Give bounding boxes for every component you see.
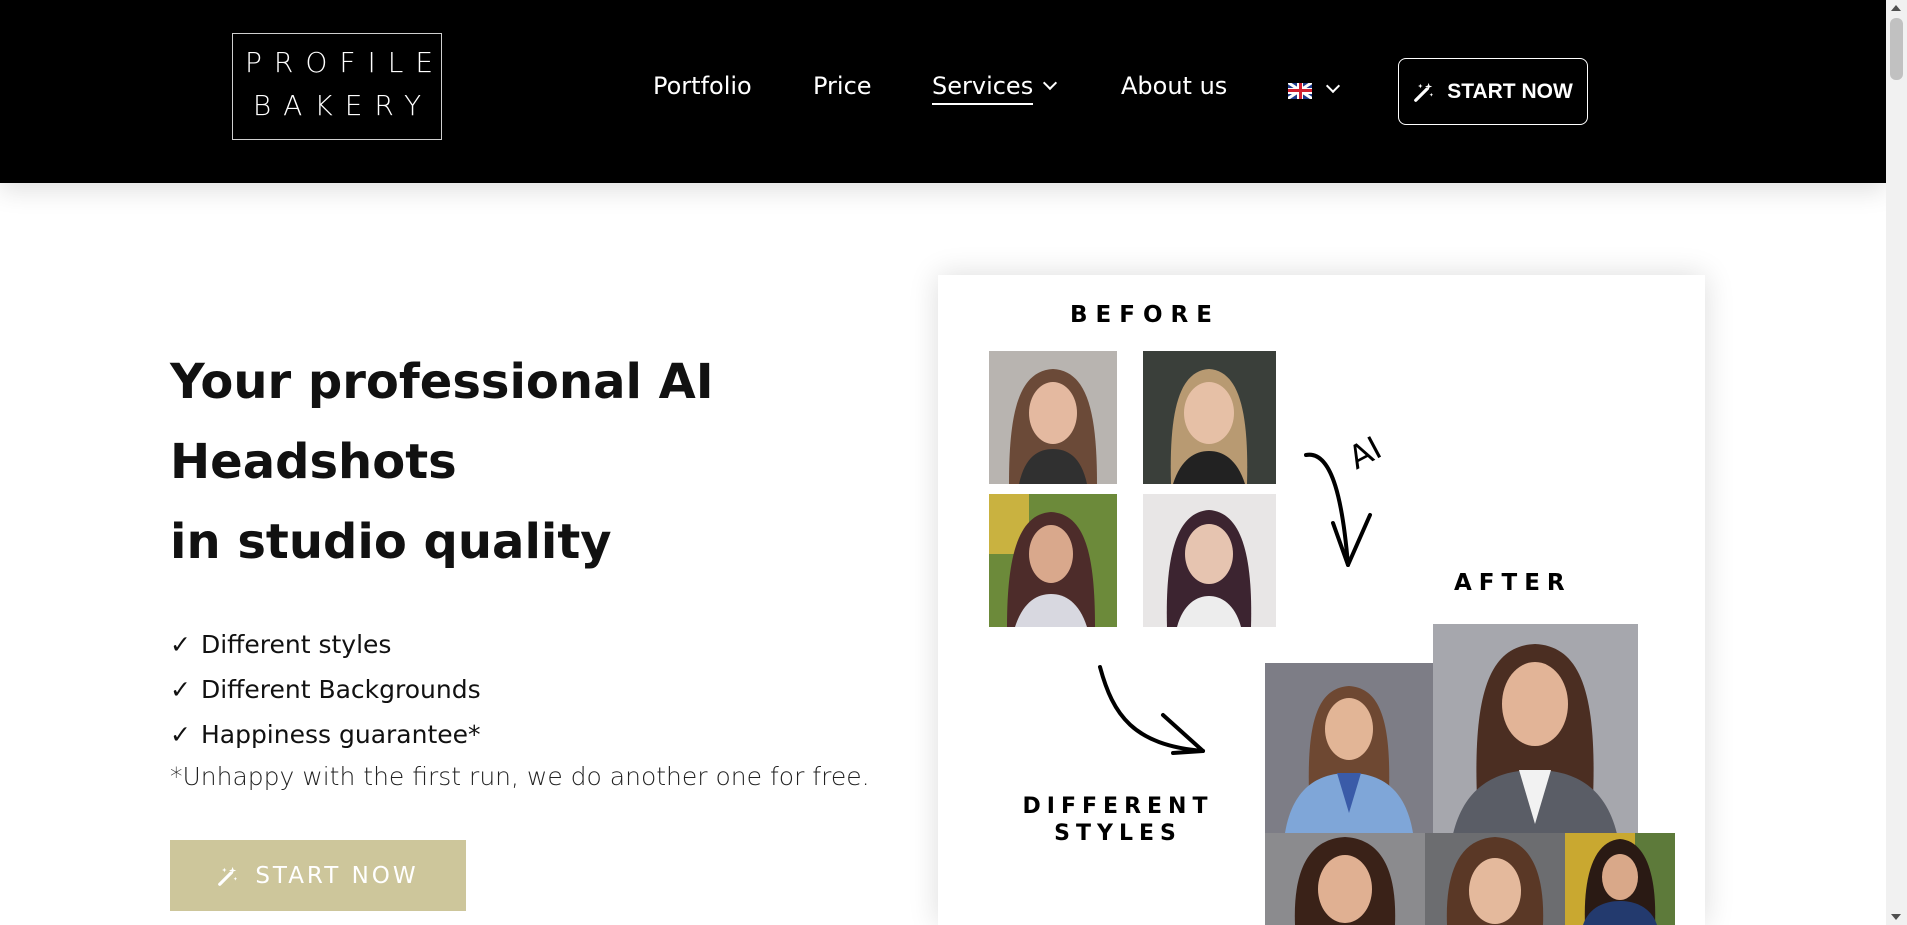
feature-text: Different Backgrounds <box>200 675 481 704</box>
language-selector[interactable] <box>1288 78 1341 100</box>
logo-line-2: BAKERY <box>252 89 434 122</box>
nav-services[interactable]: Services <box>932 72 1058 105</box>
nav-services-label: Services <box>932 72 1034 105</box>
hero-title-line-3: in studio quality <box>170 514 612 570</box>
after-photo <box>1425 833 1565 925</box>
chevron-down-icon <box>1325 78 1341 94</box>
scroll-down-icon[interactable] <box>1891 914 1901 920</box>
after-photo <box>1265 833 1425 925</box>
feature-item: ✓ Different styles <box>170 622 481 667</box>
after-photo <box>1565 833 1675 925</box>
nav-portfolio[interactable]: Portfolio <box>653 72 752 100</box>
hero-title: Your professional AI Headshots in studio… <box>170 342 890 582</box>
logo-line-1: PROFILE <box>245 46 446 79</box>
scroll-up-icon[interactable] <box>1891 5 1901 11</box>
nav-about[interactable]: About us <box>1121 72 1227 100</box>
check-icon: ✓ <box>170 720 191 749</box>
styles-label-line-1: DIFFERENT <box>1022 794 1214 819</box>
before-label: BEFORE <box>1070 302 1220 328</box>
ai-label: AI <box>1342 429 1388 477</box>
different-styles-label: DIFFERENT STYLES <box>1018 793 1218 847</box>
hero-start-now-button[interactable]: START NOW <box>170 840 466 911</box>
logo[interactable]: PROFILE BAKERY <box>232 33 442 140</box>
before-photo <box>1143 494 1276 627</box>
check-icon: ✓ <box>170 675 191 704</box>
feature-text: Different styles <box>200 630 392 659</box>
before-photo <box>989 351 1117 484</box>
uk-flag-icon <box>1288 82 1312 99</box>
feature-item: ✓ Different Backgrounds <box>170 667 481 712</box>
check-icon: ✓ <box>170 630 191 659</box>
feature-text: Happiness guarantee* <box>200 720 481 749</box>
after-photo <box>1433 624 1638 834</box>
before-after-collage: BEFORE AI AFTER DIFFERENT STYLES <box>938 275 1705 925</box>
styles-label-line-2: STYLES <box>1054 821 1182 846</box>
feature-item: ✓ Happiness guarantee* <box>170 712 481 757</box>
hero-start-now-label: START NOW <box>255 862 419 889</box>
scroll-thumb[interactable] <box>1890 18 1903 80</box>
nav-price[interactable]: Price <box>813 72 872 100</box>
after-photo <box>1265 663 1433 833</box>
before-photo <box>1143 351 1276 484</box>
magic-wand-icon <box>218 866 238 886</box>
before-photo <box>989 494 1117 627</box>
site-header: PROFILE BAKERY Portfolio Price Services … <box>0 0 1886 183</box>
header-start-now-button[interactable]: START NOW <box>1398 58 1588 125</box>
guarantee-note: *Unhappy with the first run, we do anoth… <box>170 762 870 791</box>
page-scrollbar[interactable] <box>1886 0 1907 925</box>
after-label: AFTER <box>1454 570 1572 596</box>
hero-title-line-1: Your professional AI <box>170 354 714 410</box>
header-start-now-label: START NOW <box>1447 79 1573 103</box>
magic-wand-icon <box>1414 82 1434 102</box>
feature-list: ✓ Different styles ✓ Different Backgrounds… <box>170 622 481 757</box>
chevron-down-icon <box>1043 75 1058 91</box>
hero-title-line-2: Headshots <box>170 434 457 490</box>
